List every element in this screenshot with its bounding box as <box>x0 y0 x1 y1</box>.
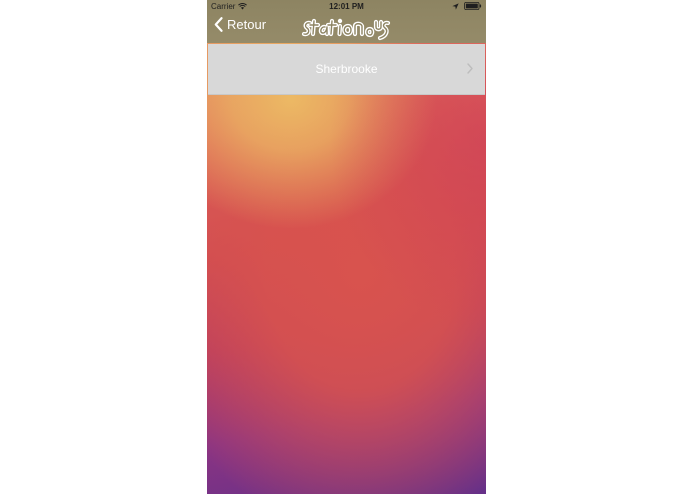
list-item-sherbrooke[interactable]: Sherbrooke <box>208 44 485 95</box>
back-button-label: Retour <box>227 17 267 32</box>
location-icon <box>452 2 459 10</box>
list-item-label: Sherbrooke <box>315 62 378 76</box>
back-button[interactable]: Retour <box>214 17 266 32</box>
battery-icon <box>464 2 482 10</box>
navigation-bar: Carrier 12:01 PM Retour <box>207 0 486 43</box>
status-bar: Carrier 12:01 PM <box>207 0 486 13</box>
status-time: 12:01 PM <box>329 2 364 11</box>
phone-screen: Carrier 12:01 PM Retour Sherbrooke <box>207 0 486 494</box>
chevron-right-icon <box>467 63 473 74</box>
stationous-logo <box>301 18 391 41</box>
chevron-left-icon <box>214 17 223 32</box>
status-right-group <box>452 2 482 10</box>
